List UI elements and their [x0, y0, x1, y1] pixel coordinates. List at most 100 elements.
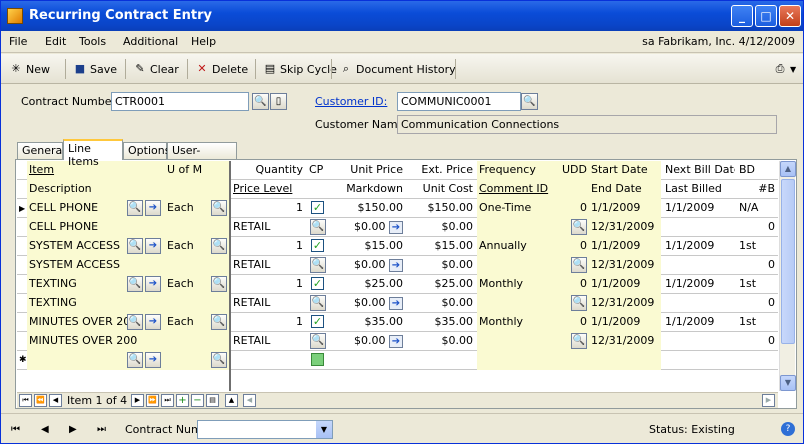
cp-checkbox[interactable]: [311, 353, 324, 366]
menu-help[interactable]: Help: [191, 35, 216, 48]
frequency-cell[interactable]: Annually: [477, 237, 549, 256]
udd-cell[interactable]: 0: [549, 275, 589, 294]
item-lookup-icon[interactable]: 🔍: [127, 276, 143, 292]
item-expand-icon[interactable]: ➔: [145, 238, 161, 254]
comment-lookup-icon[interactable]: 🔍: [571, 295, 587, 311]
tab-line-items[interactable]: Line Items: [63, 139, 123, 168]
bd-cell[interactable]: 1st: [737, 275, 777, 294]
table-row-detail[interactable]: SYSTEM ACCESS RETAIL 🔍 $0.00 ➔ $0.00 🔍 1…: [17, 256, 778, 275]
markdown-expand-icon[interactable]: ➔: [389, 296, 403, 310]
clear-button[interactable]: ✎ Clear: [133, 60, 178, 78]
prev-page-icon[interactable]: ⏪: [34, 394, 47, 407]
first-record-nav-icon[interactable]: ⏮: [11, 424, 20, 435]
end-date-cell[interactable]: 12/31/2009: [589, 256, 661, 275]
scroll-thumb[interactable]: [781, 179, 795, 344]
unit-price-cell[interactable]: $25.00: [329, 275, 405, 294]
udd-cell[interactable]: 0: [549, 313, 589, 332]
print-button[interactable]: ⎙ ▼: [773, 60, 797, 78]
frequency-cell[interactable]: Monthly: [477, 275, 549, 294]
udd-cell[interactable]: 0: [549, 199, 589, 218]
table-row[interactable]: TEXTING 🔍 ➔ Each 🔍 1 ✓ $25.00 $25.00 Mont…: [17, 275, 778, 294]
cp-checkbox[interactable]: ✓: [311, 201, 324, 214]
start-date-cell[interactable]: 1/1/2009: [589, 199, 661, 218]
price-level-lookup-icon[interactable]: 🔍: [310, 295, 326, 311]
markdown-expand-icon[interactable]: ➔: [389, 334, 403, 348]
scroll-right-icon[interactable]: ▶: [762, 394, 775, 407]
start-date-cell[interactable]: 1/1/2009: [589, 275, 661, 294]
quantity-cell[interactable]: 1: [231, 237, 305, 256]
scroll-up-icon[interactable]: ▲: [780, 161, 796, 177]
maximize-button[interactable]: □: [755, 5, 777, 27]
table-row[interactable]: ▶ CELL PHONE 🔍 ➔ Each 🔍 1 ✓ $150.00 $150.…: [17, 199, 778, 218]
document-history-button[interactable]: ⌕ Document History: [339, 60, 456, 78]
new-button[interactable]: ✳ New: [9, 60, 50, 78]
chevron-down-icon[interactable]: ▼: [316, 421, 332, 438]
quantity-cell[interactable]: 1: [231, 275, 305, 294]
item-lookup-icon[interactable]: 🔍: [127, 314, 143, 330]
quantity-cell[interactable]: 1: [231, 199, 305, 218]
unit-price-cell[interactable]: $35.00: [329, 313, 405, 332]
item-expand-icon[interactable]: ➔: [145, 352, 161, 368]
start-date-cell[interactable]: [589, 351, 661, 370]
cp-checkbox[interactable]: ✓: [311, 315, 324, 328]
end-date-cell[interactable]: 12/31/2009: [589, 218, 661, 237]
delete-button[interactable]: ✕ Delete: [195, 60, 248, 78]
tab-user-defined[interactable]: User-Defined: [167, 142, 237, 170]
new-contract-icon[interactable]: ▯: [270, 93, 287, 110]
uofm-lookup-icon[interactable]: 🔍: [211, 314, 227, 330]
contract-lookup-icon[interactable]: 🔍: [252, 93, 269, 110]
bd-cell[interactable]: 1st: [737, 237, 777, 256]
price-level-lookup-icon[interactable]: 🔍: [310, 333, 326, 349]
previous-record-nav-icon[interactable]: ◀: [41, 424, 49, 435]
next-record-nav-icon[interactable]: ▶: [69, 424, 77, 435]
price-level-lookup-icon[interactable]: 🔍: [310, 219, 326, 235]
comment-lookup-icon[interactable]: 🔍: [571, 219, 587, 235]
comment-lookup-icon[interactable]: 🔍: [571, 333, 587, 349]
item-lookup-icon[interactable]: 🔍: [127, 238, 143, 254]
markdown-cell[interactable]: $0.00 ➔: [329, 294, 405, 313]
menu-additional[interactable]: Additional: [123, 35, 178, 48]
first-record-icon[interactable]: ⏮: [19, 394, 32, 407]
customer-id-field[interactable]: COMMUNIC0001: [397, 92, 521, 111]
minimize-button[interactable]: _: [731, 5, 753, 27]
uofm-lookup-icon[interactable]: 🔍: [211, 352, 227, 368]
start-date-cell[interactable]: 1/1/2009: [589, 237, 661, 256]
comment-lookup-icon[interactable]: 🔍: [571, 257, 587, 273]
item-lookup-icon[interactable]: 🔍: [127, 200, 143, 216]
udd-cell[interactable]: [549, 351, 589, 370]
frequency-cell[interactable]: [477, 351, 549, 370]
scroll-left-icon[interactable]: ◀: [243, 394, 256, 407]
scroll-down-icon[interactable]: ▼: [780, 375, 796, 391]
bd-cell[interactable]: 1st: [737, 313, 777, 332]
last-record-icon[interactable]: ⏭: [161, 394, 174, 407]
uofm-lookup-icon[interactable]: 🔍: [211, 200, 227, 216]
frequency-cell[interactable]: Monthly: [477, 313, 549, 332]
save-button[interactable]: ■ Save: [73, 60, 117, 78]
price-level-cell[interactable]: RETAIL: [231, 332, 305, 351]
header-price-level[interactable]: Price Level: [231, 180, 305, 199]
table-row-detail[interactable]: TEXTING RETAIL 🔍 $0.00 ➔ $0.00 🔍 12/31/2…: [17, 294, 778, 313]
markdown-cell[interactable]: $0.00 ➔: [329, 332, 405, 351]
help-icon[interactable]: ?: [781, 422, 795, 436]
new-entry-row[interactable]: ✱ 🔍 ➔ 🔍: [17, 351, 778, 370]
header-comment-id[interactable]: Comment ID: [477, 180, 589, 199]
markdown-expand-icon[interactable]: ➔: [389, 258, 403, 272]
grid-vertical-scrollbar[interactable]: ▲ ▼: [779, 161, 796, 391]
item-lookup-icon[interactable]: 🔍: [127, 352, 143, 368]
item-expand-icon[interactable]: ➔: [145, 276, 161, 292]
add-row-icon[interactable]: +: [176, 394, 189, 407]
table-row-detail[interactable]: CELL PHONE RETAIL 🔍 $0.00 ➔ $0.00 🔍 12/3…: [17, 218, 778, 237]
item-expand-icon[interactable]: ➔: [145, 200, 161, 216]
end-date-cell[interactable]: 12/31/2009: [589, 332, 661, 351]
cp-checkbox[interactable]: ✓: [311, 277, 324, 290]
copy-row-icon[interactable]: ▤: [206, 394, 219, 407]
next-page-icon[interactable]: ⏩: [146, 394, 159, 407]
price-level-cell[interactable]: RETAIL: [231, 218, 305, 237]
bd-cell[interactable]: N/A: [737, 199, 777, 218]
markdown-cell[interactable]: $0.00 ➔: [329, 218, 405, 237]
uofm-lookup-icon[interactable]: 🔍: [211, 276, 227, 292]
menu-tools[interactable]: Tools: [79, 35, 106, 48]
table-row[interactable]: MINUTES OVER 200 🔍 ➔ Each 🔍 1 ✓ $35.00 $3…: [17, 313, 778, 332]
frozen-column-divider[interactable]: [229, 161, 231, 391]
cp-checkbox[interactable]: ✓: [311, 239, 324, 252]
